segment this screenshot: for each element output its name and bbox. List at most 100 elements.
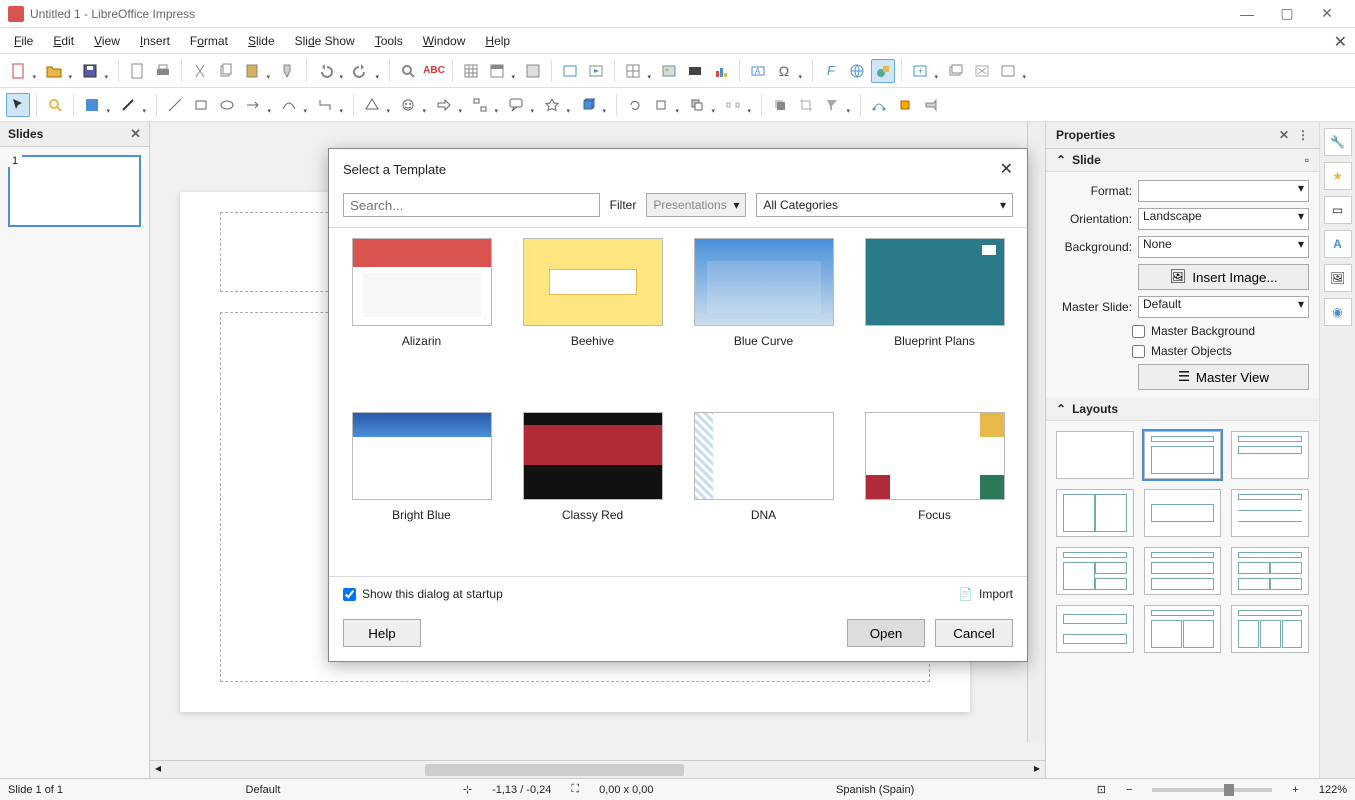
startup-checkbox[interactable]: [343, 588, 356, 601]
media-button[interactable]: [683, 59, 707, 83]
template-item[interactable]: Classy Red: [514, 412, 671, 566]
filter-combo[interactable]: Presentations▾: [646, 193, 746, 217]
print-button[interactable]: [151, 59, 175, 83]
show-draw-button[interactable]: [871, 59, 895, 83]
select-tool[interactable]: [6, 93, 30, 117]
slide-layout-button[interactable]: [996, 59, 1020, 83]
maximize-button[interactable]: ▢: [1267, 0, 1307, 28]
curve-tool[interactable]: [277, 93, 301, 117]
close-document-button[interactable]: ✕: [1334, 32, 1347, 52]
tab-properties[interactable]: 🔧: [1324, 128, 1352, 156]
import-button[interactable]: 📄 Import: [958, 587, 1013, 601]
master-view-button[interactable]: ☰ Master View: [1138, 364, 1309, 390]
dialog-close-icon[interactable]: ✕: [1000, 159, 1013, 179]
symbol-shapes-tool[interactable]: [396, 93, 420, 117]
menu-edit[interactable]: Edit: [43, 30, 84, 52]
horizontal-scrollbar[interactable]: ◂ ▸: [150, 760, 1045, 778]
master-slide-select[interactable]: Default▾: [1138, 296, 1309, 318]
basic-shapes-tool[interactable]: [360, 93, 384, 117]
fit-page-icon[interactable]: ⊡: [1097, 783, 1106, 796]
zoom-out-button[interactable]: −: [1126, 784, 1132, 796]
layout-3row[interactable]: [1144, 547, 1222, 595]
filter-tool[interactable]: [820, 93, 844, 117]
block-arrows-tool[interactable]: [432, 93, 456, 117]
zoom-in-button[interactable]: +: [1292, 784, 1298, 796]
tab-master-slides[interactable]: A: [1324, 230, 1352, 258]
menu-view[interactable]: View: [84, 30, 130, 52]
template-item[interactable]: Focus: [856, 412, 1013, 566]
crop-tool[interactable]: [794, 93, 818, 117]
master-slide-button[interactable]: [521, 59, 545, 83]
help-button[interactable]: Help: [343, 619, 421, 647]
layout-centered[interactable]: [1231, 489, 1309, 537]
extrusion-tool[interactable]: [919, 93, 943, 117]
panel-close-icon[interactable]: ✕: [1279, 128, 1289, 142]
chart-button[interactable]: [709, 59, 733, 83]
3d-tool[interactable]: [576, 93, 600, 117]
cut-button[interactable]: [188, 59, 212, 83]
layout-6pane[interactable]: [1144, 605, 1222, 653]
stars-tool[interactable]: [540, 93, 564, 117]
close-window-button[interactable]: ✕: [1307, 0, 1347, 28]
zoom-slider[interactable]: [1152, 788, 1272, 792]
template-item[interactable]: Beehive: [514, 238, 671, 392]
textbox-button[interactable]: A: [746, 59, 770, 83]
vertical-scrollbar[interactable]: [1027, 122, 1045, 742]
menu-slideshow[interactable]: Slide Show: [285, 30, 365, 52]
layout-title-only[interactable]: [1144, 489, 1222, 537]
tab-animation[interactable]: ▭: [1324, 196, 1352, 224]
redo-button[interactable]: [349, 59, 373, 83]
status-zoom[interactable]: 122%: [1319, 784, 1347, 796]
more-options-icon[interactable]: ▫: [1305, 153, 1309, 167]
tab-navigator[interactable]: ◉: [1324, 298, 1352, 326]
cancel-button[interactable]: Cancel: [935, 619, 1013, 647]
master-background-checkbox[interactable]: [1132, 325, 1145, 338]
panel-menu-icon[interactable]: ⋮: [1297, 128, 1309, 142]
master-objects-checkbox[interactable]: [1132, 345, 1145, 358]
layout-title-2content[interactable]: [1231, 431, 1309, 479]
find-button[interactable]: [396, 59, 420, 83]
start-first-button[interactable]: [558, 59, 582, 83]
layout-title-content[interactable]: [1144, 431, 1222, 479]
tab-gallery[interactable]: 🖼: [1324, 264, 1352, 292]
menu-format[interactable]: Format: [180, 30, 238, 52]
background-select[interactable]: None▾: [1138, 236, 1309, 258]
menu-insert[interactable]: Insert: [130, 30, 180, 52]
flowchart-tool[interactable]: [468, 93, 492, 117]
template-item[interactable]: Blueprint Plans: [856, 238, 1013, 392]
template-item[interactable]: DNA: [685, 412, 842, 566]
open-button[interactable]: Open: [847, 619, 925, 647]
layout-3pane[interactable]: [1056, 547, 1134, 595]
duplicate-slide-button[interactable]: [944, 59, 968, 83]
spellcheck-button[interactable]: ABC: [422, 59, 446, 83]
layouts-section-header[interactable]: ⌃ Layouts: [1046, 398, 1319, 421]
rotate-tool[interactable]: [623, 93, 647, 117]
special-char-button[interactable]: Ω: [772, 59, 796, 83]
fontwork-button[interactable]: F: [819, 59, 843, 83]
menu-slide[interactable]: Slide: [238, 30, 285, 52]
copy-button[interactable]: [214, 59, 238, 83]
slides-panel-close-icon[interactable]: ✕: [130, 126, 141, 142]
distribute-tool[interactable]: [721, 93, 745, 117]
rectangle-tool[interactable]: [189, 93, 213, 117]
table-button[interactable]: [621, 59, 645, 83]
layout-4pane[interactable]: [1231, 547, 1309, 595]
display-views-button[interactable]: [485, 59, 509, 83]
open-button[interactable]: [42, 59, 66, 83]
fill-color-tool[interactable]: [80, 93, 104, 117]
category-combo[interactable]: All Categories▾: [756, 193, 1013, 217]
template-item[interactable]: Blue Curve: [685, 238, 842, 392]
shadow-tool[interactable]: [768, 93, 792, 117]
layout-2row[interactable]: [1056, 605, 1134, 653]
undo-button[interactable]: [313, 59, 337, 83]
align-tool[interactable]: [649, 93, 673, 117]
line-tool[interactable]: [163, 93, 187, 117]
slide-section-header[interactable]: ⌃ Slide ▫: [1046, 149, 1319, 172]
points-tool[interactable]: [867, 93, 891, 117]
minimize-button[interactable]: —: [1227, 0, 1267, 28]
zoom-tool[interactable]: [43, 93, 67, 117]
orientation-select[interactable]: Landscape▾: [1138, 208, 1309, 230]
line-color-tool[interactable]: [116, 93, 140, 117]
status-language[interactable]: Spanish (Spain): [836, 784, 914, 796]
layout-grid[interactable]: [1231, 605, 1309, 653]
